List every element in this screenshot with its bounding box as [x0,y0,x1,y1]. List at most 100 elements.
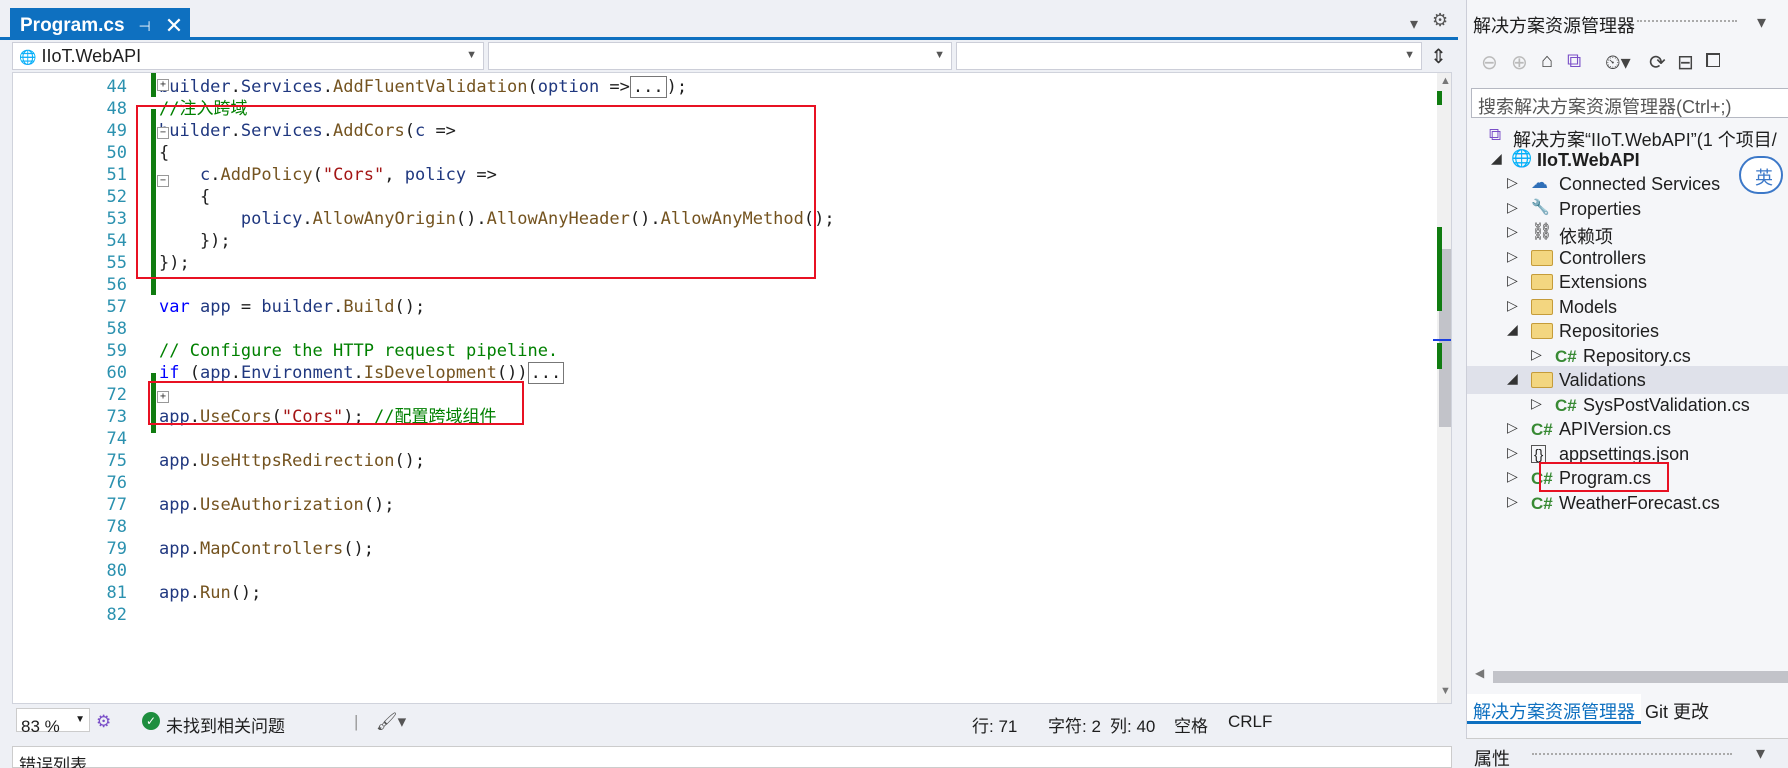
history-icon[interactable]: ⏲▾ [1605,50,1631,75]
line-indicator[interactable]: 行: 71 [972,712,1017,737]
expanded-twisty-icon[interactable]: ◢ [1507,321,1518,338]
code-token: AddFluentValidation [333,77,528,97]
collapsed-twisty-icon[interactable]: ▷ [1507,468,1518,485]
collapsed-twisty-icon[interactable]: ▷ [1507,248,1518,265]
collapsed-twisty-icon[interactable]: ▷ [1507,199,1518,216]
code-token: (); [363,495,395,515]
solution-search-input[interactable]: 搜索解决方案资源管理器(Ctrl+;) [1471,88,1788,118]
home-icon[interactable]: ⌂ [1541,50,1553,73]
solution-explorer: 解决方案资源管理器 ▾ ⊖ ⊕ ⌂ ⧉ ⏲▾ ⟳ ⊟ ⧠ 搜索解决方案资源管理器… [1466,0,1788,768]
tab-git-changes[interactable]: Git 更改 [1639,698,1715,724]
properties-panel-header: 属性 ▾ [1466,738,1788,768]
status-divider: | [354,712,359,731]
collapsed-twisty-icon[interactable]: ▷ [1507,297,1518,314]
properties-title[interactable]: 属性 [1474,749,1510,768]
chevron-down-icon[interactable]: ▾ [1756,743,1765,764]
code-token: . [189,539,200,559]
collapsed-region-marker[interactable]: ... [527,362,565,384]
code-line[interactable]: builder.Services.AddFluentValidation(opt… [159,75,687,99]
tree-label: Properties [1559,198,1642,219]
code-line[interactable]: app.UseHttpsRedirection(); [159,449,425,473]
tab-program-cs[interactable]: Program.cs ⊣ ✕ [10,8,190,40]
error-list-title[interactable]: 错误列表 [19,751,87,768]
collapsed-twisty-icon[interactable]: ▷ [1507,174,1518,191]
show-all-icon[interactable]: ⧠ [1705,50,1721,73]
code-token: (); [394,451,426,471]
chevron-down-icon[interactable]: ▾ [1757,12,1766,33]
refresh-icon[interactable]: ⟳ [1649,50,1666,75]
hscroll-thumb[interactable] [1493,671,1788,683]
collapsed-twisty-icon[interactable]: ▷ [1507,272,1518,289]
chevron-down-icon: ▼ [1404,49,1415,61]
tree-item[interactable]: ▷ C# WeatherForecast.cs [1467,489,1788,517]
code-line[interactable]: // Configure the HTTP request pipeline. [159,339,558,363]
vs-switch-icon[interactable]: ⧉ [1567,50,1581,73]
collapsed-twisty-icon[interactable]: ▷ [1507,493,1518,510]
solution-explorer-title: 解决方案资源管理器 ▾ [1467,12,1788,38]
line-ending-indicator[interactable]: CRLF [1228,712,1272,732]
horizontal-scrollbar[interactable]: ◀ [1467,666,1788,686]
expanded-twisty-icon[interactable]: ◢ [1491,150,1502,167]
tab-title: Program.cs [20,15,125,36]
code-token: = [230,297,262,317]
globe-icon: 🌐 [1511,149,1533,168]
line-number: 50 [106,143,127,163]
char-indicator[interactable]: 字符: 2 [1048,712,1101,737]
code-line[interactable]: app.UseAuthorization(); [159,493,394,517]
expand-icon[interactable]: + [157,79,169,91]
ide-window: Program.cs ⊣ ✕ ▾ ⚙ 🌐 IIoT.WebAPI ▼ ▼ ▼ ⇕… [0,0,1788,768]
symbol-combo[interactable]: ▼ [956,42,1422,70]
collapsed-twisty-icon[interactable]: ▷ [1531,346,1542,363]
chevron-down-icon: ▼ [466,49,477,61]
collapsed-twisty-icon[interactable]: ▷ [1507,223,1518,240]
collapsed-twisty-icon[interactable]: ▷ [1531,395,1542,412]
scroll-down-icon[interactable]: ▼ [1440,685,1451,697]
zoom-combo[interactable]: 83 % ▼ [16,708,90,736]
code-token: (); [394,297,426,317]
code-line[interactable]: var app = builder.Build(); [159,295,425,319]
code-token: . [189,495,200,515]
scroll-up-icon[interactable]: ▲ [1440,75,1451,87]
line-number: 72 [106,385,127,405]
close-icon[interactable]: ✕ [165,15,183,37]
gear-icon[interactable]: ⚙ [1432,10,1448,31]
code-token: ()) [496,363,528,383]
highlight-box-addcors [136,105,816,279]
project-combo[interactable]: 🌐 IIoT.WebAPI ▼ [12,42,484,70]
chevron-down-icon: ▼ [934,49,945,61]
expanded-twisty-icon[interactable]: ◢ [1507,370,1518,387]
issues-status[interactable]: 未找到相关问题 [166,712,285,737]
pin-icon[interactable]: ⊣ [139,18,151,35]
line-number: 73 [106,407,127,427]
column-indicator[interactable]: 列: 40 [1110,712,1155,737]
highlight-box-usecors [148,381,524,425]
line-number: 53 [106,209,127,229]
code-token: if [159,363,180,383]
collapse-all-icon[interactable]: ⊟ [1677,50,1694,75]
split-icon[interactable]: ⇕ [1430,44,1447,69]
collapsed-region-marker[interactable]: ... [629,76,667,98]
brush-icon[interactable]: 🖌▾ [376,712,406,732]
floating-badge[interactable]: 英 [1739,156,1783,194]
back-icon[interactable]: ⊖ [1481,50,1498,75]
tab-dropdown-icon[interactable]: ▾ [1410,14,1418,34]
code-editor[interactable]: 44 builder.Services.AddFluentValidation(o… [12,72,1452,704]
code-token: (); [230,583,262,603]
code-token: MapControllers [199,539,344,559]
zoom-value: 83 % [21,717,60,736]
member-combo[interactable]: ▼ [488,42,952,70]
collapsed-twisty-icon[interactable]: ▷ [1507,419,1518,436]
vertical-scrollbar[interactable]: ▲ ▼ [1433,73,1451,703]
code-line[interactable]: app.MapControllers(); [159,537,374,561]
scroll-left-icon[interactable]: ◀ [1475,666,1484,680]
tab-solution-explorer[interactable]: 解决方案资源管理器 [1467,694,1641,724]
code-token: ); [666,77,688,97]
whitespace-indicator[interactable]: 空格 [1174,712,1208,737]
code-token: app [159,539,190,559]
intellicode-icon[interactable]: ⚙ [96,712,111,732]
collapsed-twisty-icon[interactable]: ▷ [1507,444,1518,461]
code-token: (); [343,539,374,559]
forward-icon[interactable]: ⊕ [1511,50,1528,75]
code-line[interactable]: app.Run(); [159,581,261,605]
line-number: 52 [106,187,127,207]
